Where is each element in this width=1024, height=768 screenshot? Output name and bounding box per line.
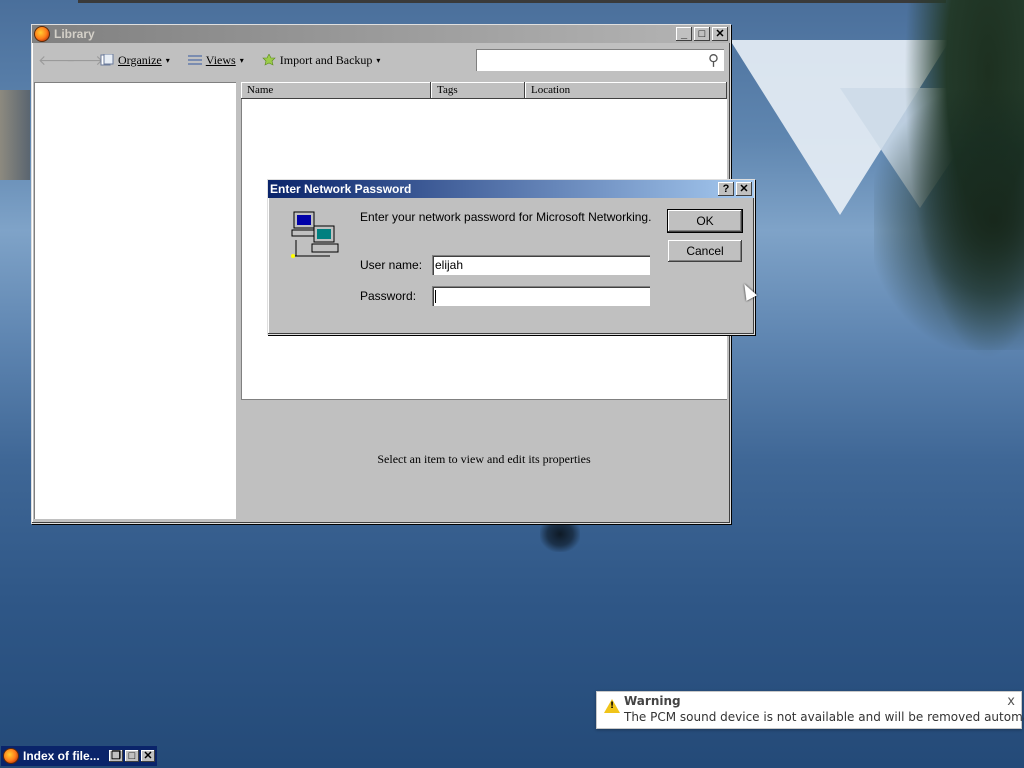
maximize-button[interactable]: □ (694, 27, 710, 41)
firefox-icon (34, 26, 50, 42)
password-label: Password: (360, 289, 417, 303)
library-toolbar: 🡐 🡒 Organize ▾ Views ▾ Import and Backup… (32, 43, 730, 77)
dialog-close-button[interactable]: ✕ (736, 182, 752, 196)
column-header-location[interactable]: Location (525, 82, 727, 99)
notification-close-icon[interactable]: x (1007, 694, 1015, 709)
network-computers-icon (291, 211, 339, 258)
warning-icon: ! (604, 699, 620, 713)
forward-arrow-icon[interactable]: 🡒 (66, 52, 104, 69)
taskbar-item[interactable]: Index of file... ❐ □ ✕ (1, 746, 157, 766)
taskbar-close-button[interactable]: ✕ (141, 750, 155, 762)
ok-button[interactable]: OK (667, 209, 743, 233)
dialog-titlebar[interactable]: Enter Network Password ? ✕ (268, 180, 754, 198)
close-button[interactable]: ✕ (712, 27, 728, 41)
username-label: User name: (360, 258, 423, 272)
dialog-body: Enter your network password for Microsof… (268, 198, 754, 332)
details-pane: Select an item to view and edit its prop… (241, 399, 727, 519)
organize-icon (100, 54, 114, 66)
views-menu-button[interactable]: Views ▾ (182, 51, 250, 70)
desktop-wallpaper-trees-2 (874, 90, 1024, 350)
dialog-title: Enter Network Password (270, 182, 412, 196)
views-icon (187, 55, 202, 65)
password-field[interactable] (432, 286, 650, 306)
chevron-down-icon: ▾ (376, 55, 381, 65)
minimize-button[interactable]: _ (676, 27, 692, 41)
taskbar-maximize-button[interactable]: □ (125, 750, 139, 762)
library-titlebar[interactable]: Library _ □ ✕ (32, 25, 730, 43)
dialog-prompt: Enter your network password for Microsof… (360, 210, 652, 224)
search-icon[interactable]: ⚲ (708, 51, 719, 69)
text-caret (435, 290, 436, 304)
back-arrow-icon[interactable]: 🡐 (38, 52, 76, 69)
warning-notification[interactable]: ! Warning The PCM sound device is not av… (596, 691, 1024, 729)
chevron-down-icon: ▾ (165, 55, 170, 65)
firefox-icon (3, 748, 19, 764)
details-message: Select an item to view and edit its prop… (377, 451, 591, 466)
desktop-wallpaper-figure (540, 522, 580, 552)
dialog-window-controls: ? ✕ (716, 182, 752, 196)
taskbar-restore-button[interactable]: ❐ (109, 750, 123, 762)
help-button[interactable]: ? (718, 182, 734, 196)
import-backup-menu-button[interactable]: Import and Backup ▾ (256, 51, 387, 70)
library-window-controls: _ □ ✕ (674, 27, 728, 41)
chevron-down-icon: ▾ (239, 55, 244, 65)
folder-tree-pane[interactable] (34, 82, 236, 519)
organize-menu-button[interactable]: Organize ▾ (94, 51, 176, 70)
star-import-icon (262, 54, 276, 66)
notification-message: The PCM sound device is not available an… (624, 710, 1024, 724)
cancel-button[interactable]: Cancel (668, 240, 742, 262)
desktop-wallpaper-rock (0, 90, 30, 180)
network-password-dialog: Enter Network Password ? ✕ Enter your ne… (267, 179, 755, 335)
username-field[interactable]: elijah (432, 255, 650, 275)
library-search-input[interactable]: ⚲ (476, 49, 724, 71)
column-header-name[interactable]: Name (241, 82, 431, 99)
column-header-tags[interactable]: Tags (431, 82, 525, 99)
column-headers: Name Tags Location (241, 82, 727, 99)
desktop-top-edge (78, 0, 946, 3)
library-title: Library (54, 27, 95, 41)
taskbar-item-label: Index of file... (23, 749, 100, 763)
notification-title: Warning (624, 694, 681, 708)
